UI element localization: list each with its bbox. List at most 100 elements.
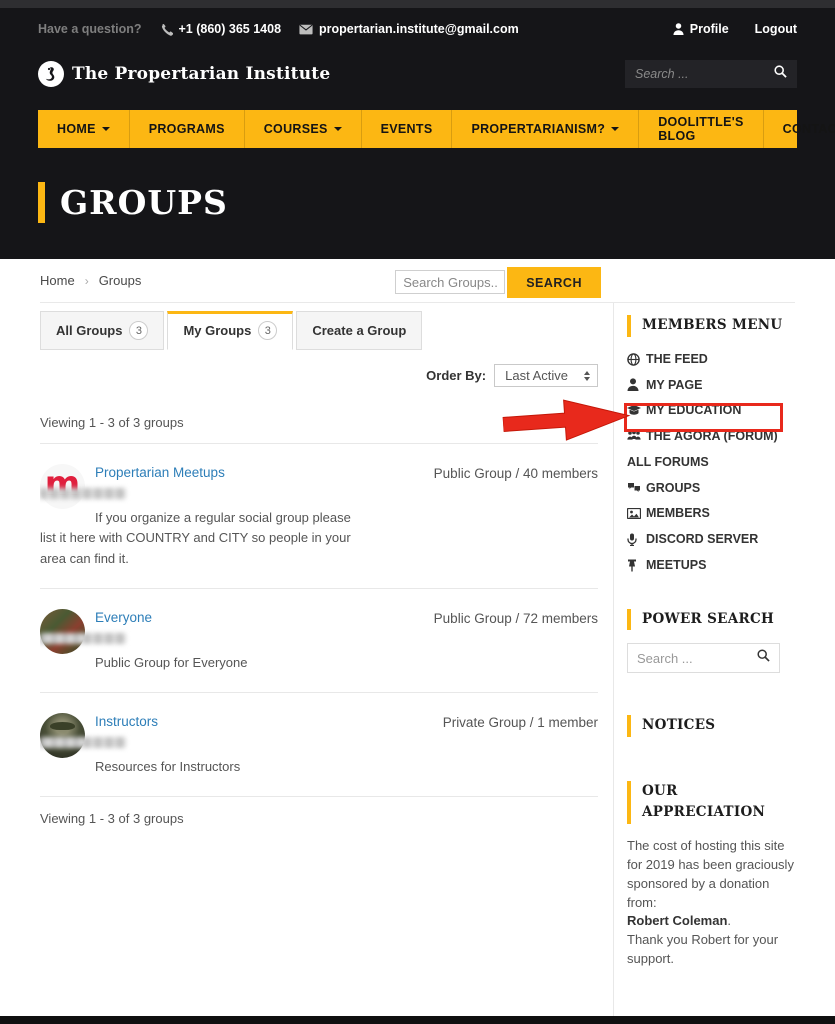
email-contact[interactable]: propertarian.institute@gmail.com bbox=[299, 22, 519, 36]
profile-link[interactable]: Profile bbox=[673, 22, 729, 36]
site-header: Have a question? +1 (860) 365 1408 prope… bbox=[0, 8, 835, 259]
order-by-row: Order By: Last Active bbox=[40, 364, 598, 387]
tab-all-groups[interactable]: All Groups 3 bbox=[40, 311, 164, 350]
group-meta: Public Group / 40 members bbox=[434, 466, 598, 481]
chevron-down-icon bbox=[102, 127, 110, 131]
tab-my-groups[interactable]: My Groups 3 bbox=[167, 311, 293, 350]
group-name-link[interactable]: Everyone bbox=[95, 610, 152, 625]
redacted-timestamp bbox=[40, 737, 126, 748]
sidebar-item-meetups[interactable]: MEETUPS bbox=[627, 556, 795, 575]
my-groups-count-badge: 3 bbox=[258, 321, 277, 340]
appreciation-text: The cost of hosting this site for 2019 h… bbox=[627, 837, 795, 969]
forum-icon bbox=[627, 430, 646, 442]
groups-tabs: All Groups 3 My Groups 3 Create a Group bbox=[40, 311, 598, 350]
search-icon[interactable] bbox=[774, 65, 787, 83]
divider bbox=[40, 588, 598, 589]
page-title: GROUPS bbox=[38, 182, 228, 223]
sidebar-item-my-education[interactable]: MY EDUCATION bbox=[627, 401, 795, 420]
group-meta: Public Group / 72 members bbox=[434, 611, 598, 626]
education-icon bbox=[627, 405, 646, 417]
nav-item-home[interactable]: HOME bbox=[38, 110, 129, 148]
nav-item-courses[interactable]: COURSES bbox=[244, 110, 361, 148]
tab-create-a-group[interactable]: Create a Group bbox=[296, 311, 422, 350]
power-search-input[interactable] bbox=[637, 651, 757, 666]
page-title-band: GROUPS bbox=[0, 148, 835, 259]
group-avatar-meetup[interactable]: m bbox=[40, 464, 85, 509]
groups-search-input[interactable] bbox=[395, 270, 505, 294]
sidebar-item-the-feed[interactable]: THE FEED bbox=[627, 350, 795, 369]
viewing-count-top: Viewing 1 - 3 of 3 groups bbox=[40, 415, 598, 430]
members-icon bbox=[627, 508, 646, 519]
group-list-item: m Public Group / 40 members Propertarian… bbox=[40, 457, 598, 574]
sidebar: MEMBERS MENU THE FEED MY PAGE bbox=[613, 303, 795, 1024]
nav-item-doolittles-blog[interactable]: DOOLITTLE'S BLOG bbox=[638, 110, 762, 148]
page: Have a question? +1 (860) 365 1408 prope… bbox=[0, 0, 835, 1024]
email-address: propertarian.institute@gmail.com bbox=[319, 22, 519, 36]
chevron-down-icon bbox=[334, 127, 342, 131]
breadcrumb-groups[interactable]: Groups bbox=[99, 273, 142, 288]
header-search-box[interactable] bbox=[625, 60, 797, 88]
group-avatar-crowd-painting[interactable] bbox=[40, 609, 85, 654]
select-stepper-icon bbox=[584, 371, 590, 381]
top-utility-bar: Have a question? +1 (860) 365 1408 prope… bbox=[0, 8, 835, 50]
members-menu-title: MEMBERS MENU bbox=[627, 315, 795, 337]
divider bbox=[40, 796, 598, 797]
sidebar-item-the-agora-forum[interactable]: THE AGORA (FORUM) bbox=[627, 427, 795, 446]
group-description: Public Group for Everyone bbox=[40, 653, 370, 673]
sidebar-item-discord-server[interactable]: DISCORD SERVER bbox=[627, 530, 795, 549]
group-avatar-instructor[interactable] bbox=[40, 713, 85, 758]
sidebar-item-members[interactable]: MEMBERS bbox=[627, 504, 795, 523]
microphone-icon bbox=[627, 533, 646, 546]
all-groups-count-badge: 3 bbox=[129, 321, 148, 340]
logout-link[interactable]: Logout bbox=[755, 22, 797, 36]
logo-row: The Propertarian Institute bbox=[0, 50, 835, 98]
main-navigation: HOME PROGRAMS COURSES EVENTS PROPERTARIA… bbox=[38, 110, 797, 148]
window-edge-strip bbox=[0, 0, 835, 8]
envelope-icon bbox=[299, 24, 313, 35]
nav-item-contact[interactable]: CONTACT bbox=[763, 110, 835, 148]
breadcrumb-row: Home › Groups SEARCH bbox=[40, 267, 795, 303]
group-list-item: Private Group / 1 member Instructors Res… bbox=[40, 706, 598, 783]
group-name-link[interactable]: Instructors bbox=[95, 714, 158, 729]
breadcrumb-home[interactable]: Home bbox=[40, 273, 75, 288]
appreciation-section: OUR APPRECIATION The cost of hosting thi… bbox=[627, 781, 795, 969]
window-bottom-strip bbox=[0, 1016, 835, 1024]
phone-contact[interactable]: +1 (860) 365 1408 bbox=[160, 22, 282, 36]
groups-search-button[interactable]: SEARCH bbox=[507, 267, 601, 298]
breadcrumb: Home › Groups bbox=[40, 273, 141, 288]
phone-icon bbox=[160, 23, 173, 36]
order-by-select[interactable]: Last Active bbox=[494, 364, 598, 387]
nav-item-events[interactable]: EVENTS bbox=[361, 110, 452, 148]
nav-item-propertarianism[interactable]: PROPERTARIANISM? bbox=[451, 110, 638, 148]
power-search-title: POWER SEARCH bbox=[627, 609, 795, 631]
person-icon bbox=[673, 23, 684, 35]
site-logo-swan-icon[interactable] bbox=[38, 61, 64, 87]
notices-title: NOTICES bbox=[627, 715, 795, 737]
viewing-count-bottom: Viewing 1 - 3 of 3 groups bbox=[40, 811, 598, 826]
redacted-timestamp bbox=[40, 488, 126, 499]
divider bbox=[40, 692, 598, 693]
group-list-item: Public Group / 72 members Everyone Publi… bbox=[40, 602, 598, 679]
divider bbox=[40, 443, 598, 444]
chevron-down-icon bbox=[611, 127, 619, 131]
phone-number: +1 (860) 365 1408 bbox=[179, 22, 282, 36]
sidebar-item-groups[interactable]: GROUPS bbox=[627, 479, 795, 498]
breadcrumb-separator: › bbox=[85, 274, 89, 288]
notices-section: NOTICES bbox=[627, 715, 795, 737]
pin-icon bbox=[627, 559, 646, 572]
nav-item-programs[interactable]: PROGRAMS bbox=[129, 110, 244, 148]
group-meta: Private Group / 1 member bbox=[443, 715, 598, 730]
groups-main-column: All Groups 3 My Groups 3 Create a Group … bbox=[40, 303, 598, 1024]
group-name-link[interactable]: Propertarian Meetups bbox=[95, 465, 225, 480]
redacted-timestamp bbox=[40, 633, 126, 644]
groups-search: SEARCH bbox=[395, 267, 601, 298]
sidebar-item-my-page[interactable]: MY PAGE bbox=[627, 376, 795, 395]
site-title[interactable]: The Propertarian Institute bbox=[72, 64, 330, 84]
header-search-input[interactable] bbox=[635, 67, 774, 81]
groups-icon bbox=[627, 482, 646, 494]
group-description: If you organize a regular social group p… bbox=[40, 508, 370, 568]
globe-icon bbox=[627, 353, 646, 366]
power-search-box[interactable] bbox=[627, 643, 780, 673]
search-icon[interactable] bbox=[757, 649, 770, 667]
sidebar-item-all-forums[interactable]: ALL FORUMS bbox=[627, 453, 795, 472]
